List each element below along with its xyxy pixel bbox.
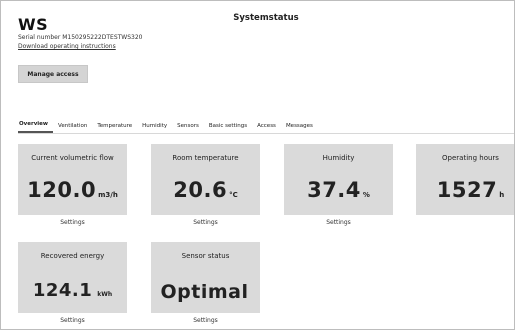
value-unit: °C (229, 191, 238, 199)
value-unit: kWh (97, 291, 113, 298)
tile-operating-hours: Operating hours 1527 h (416, 144, 514, 230)
tile-value: 1527 h (416, 177, 514, 208)
tab-overview[interactable]: Overview (18, 121, 53, 133)
tile-value: 120.0 m3/h (18, 177, 127, 208)
tile-value: 124.1 kWh (18, 278, 127, 308)
tab-sensors[interactable]: Sensors (172, 123, 204, 133)
settings-link[interactable]: Settings (18, 215, 127, 230)
serial-number: Serial number M150295222DTESTWS320 (18, 34, 143, 41)
tile-recovered-energy: Recovered energy 124.1 kWh Settings (18, 242, 127, 328)
tab-basic-settings[interactable]: Basic settings (204, 123, 252, 133)
settings-link[interactable]: Settings (151, 313, 260, 328)
tile-title: Room temperature (172, 154, 239, 162)
tile-title: Humidity (322, 154, 355, 162)
settings-link[interactable]: Settings (151, 215, 260, 230)
tile-humidity: Humidity 37.4% Settings (284, 144, 393, 230)
value-number: 20.6 (173, 178, 228, 202)
settings-link[interactable]: Settings (284, 215, 393, 230)
tile-action-empty (416, 215, 514, 230)
tab-ventilation[interactable]: Ventilation (53, 123, 92, 133)
tile-title: Sensor status (181, 252, 230, 260)
tab-divider (18, 133, 514, 134)
value-unit: m3/h (98, 191, 118, 199)
tile-volumetric-flow: Current volumetric flow 120.0 m3/h Settin… (18, 144, 127, 230)
manage-access-button[interactable]: Manage access (18, 65, 88, 83)
tile-value: 20.6 °C (151, 177, 260, 208)
tab-access[interactable]: Access (252, 123, 281, 133)
download-instructions-link[interactable]: Download operating instructions (18, 43, 116, 50)
value-number: Optimal (160, 281, 249, 303)
value-number: 124.1 (32, 280, 93, 301)
tab-temperature[interactable]: Temperature (92, 123, 137, 133)
tile-title: Operating hours (442, 154, 499, 162)
tab-messages[interactable]: Messages (281, 123, 318, 133)
app-window: WS Systemstatus Serial number M150295222… (0, 0, 515, 330)
tile-title: Recovered energy (40, 252, 105, 260)
value-unit: h (499, 191, 505, 199)
tile-value: Optimal (151, 279, 260, 309)
tab-humidity[interactable]: Humidity (137, 123, 172, 133)
tile-room-temperature: Room temperature 20.6 °C Settings (151, 144, 260, 230)
value-number: 1527 (436, 178, 498, 202)
value-number: 120.0 (27, 178, 97, 202)
page-title: Systemstatus (233, 13, 299, 23)
tile-value: 37.4% (284, 177, 393, 208)
settings-link[interactable]: Settings (18, 313, 127, 328)
value-unit: % (362, 191, 370, 199)
tab-bar: Overview Ventilation Temperature Humidit… (18, 117, 318, 133)
value-number: 37.4 (307, 178, 361, 202)
tile-sensor-status: Sensor status Optimal Settings (151, 242, 260, 328)
tile-title: Current volumetric flow (31, 154, 114, 162)
